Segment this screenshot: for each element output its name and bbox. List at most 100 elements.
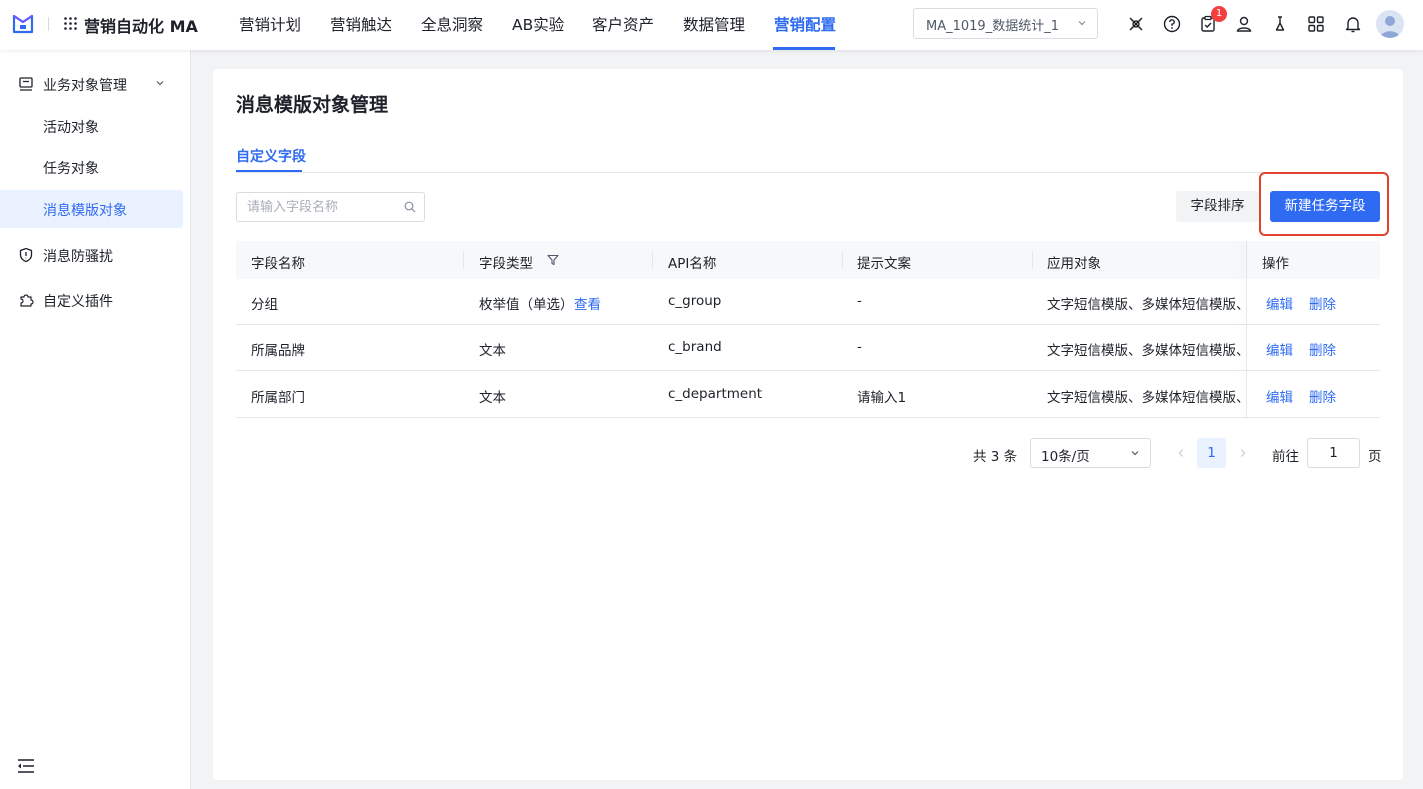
apps-grid-icon[interactable] [1306, 14, 1326, 34]
chevron-down-icon [1078, 21, 1086, 26]
tab-custom-fields[interactable]: 自定义字段 [236, 146, 306, 166]
column-divider [1032, 252, 1033, 268]
table-row: 所属部门 文本 c_department 请输入1 文字短信模版、多媒体短信模版… [236, 372, 1380, 418]
logo-divider [48, 17, 49, 31]
page-size-value: 10条/页 [1041, 449, 1090, 465]
cell-apply: 文字短信模版、多媒体短信模版、APP推送模版 [1047, 297, 1243, 313]
goto-unit-label: 页 [1368, 449, 1382, 465]
delete-link[interactable]: 删除 [1309, 293, 1336, 313]
goto-page-field[interactable] [1307, 438, 1360, 468]
sidebar-group-object-manage[interactable]: 业务对象管理 [0, 64, 191, 104]
main-panel: 消息模版对象管理 自定义字段 字段排序 新建任务字段 字段名称 字段类型 API… [213, 69, 1403, 780]
column-header-name: 字段名称 [251, 256, 305, 272]
edit-link[interactable]: 编辑 [1266, 293, 1293, 313]
column-divider [842, 252, 843, 268]
search-input[interactable] [247, 198, 397, 216]
app-name: 营销自动化 MA [84, 17, 198, 36]
sidebar-item-task-object[interactable]: 任务对象 [0, 148, 183, 186]
prev-page-icon[interactable] [1176, 446, 1186, 460]
app-logo-icon[interactable] [11, 12, 35, 36]
cell-api: c_group [668, 293, 722, 309]
sidebar-group-custom-plugin[interactable]: 自定义插件 [0, 280, 191, 320]
nav-customer-assets[interactable]: 客户资产 [592, 13, 654, 35]
page-title: 消息模版对象管理 [236, 94, 389, 116]
sidebar-group-label: 消息防骚扰 [43, 249, 113, 265]
field-sort-button[interactable]: 字段排序 [1176, 191, 1259, 222]
sidebar-group-label: 业务对象管理 [43, 78, 127, 94]
cell-type: 文本 [479, 390, 506, 406]
fixed-column-shadow [1246, 241, 1247, 419]
top-bar: 营销自动化 MA 营销计划 营销触达 全息洞察 AB实验 客户资产 数据管理 营… [0, 0, 1423, 50]
delete-link[interactable]: 删除 [1309, 339, 1336, 359]
cell-name: 分组 [251, 297, 278, 313]
cell-hint: - [857, 293, 862, 309]
field-search[interactable] [236, 192, 425, 222]
nav-data-management[interactable]: 数据管理 [683, 13, 745, 35]
app-grid-icon[interactable] [64, 17, 77, 30]
sidebar: 业务对象管理 活动对象 任务对象 消息模版对象 消息防骚扰 自定义插件 [0, 50, 191, 789]
plugin-icon [20, 294, 34, 307]
cell-name: 所属品牌 [251, 343, 305, 359]
page-size-select[interactable]: 10条/页 [1030, 438, 1151, 468]
workspace-select-value: MA_1019_数据统计_1 [926, 19, 1059, 34]
pagination-total: 共 3 条 [973, 449, 1018, 465]
sidebar-group-label: 自定义插件 [43, 294, 113, 310]
cell-hint: 请输入1 [857, 390, 907, 406]
avatar[interactable] [1376, 10, 1404, 38]
view-enum-link[interactable]: 查看 [574, 293, 601, 313]
nav-active-indicator [773, 47, 835, 50]
filter-icon[interactable] [547, 254, 559, 266]
highlight-annotation [1259, 172, 1389, 236]
sidebar-item-message-template-object[interactable]: 消息模版对象 [0, 190, 183, 228]
column-divider [463, 252, 464, 268]
column-header-apply: 应用对象 [1047, 256, 1101, 272]
table-header: 字段名称 字段类型 API名称 提示文案 应用对象 操作 [236, 241, 1380, 279]
cell-type: 文本 [479, 343, 506, 359]
column-header-api: API名称 [668, 256, 717, 272]
column-header-type: 字段类型 [479, 256, 533, 272]
sidebar-item-label: 消息模版对象 [43, 203, 127, 219]
table-row: 所属品牌 文本 c_brand - 文字短信模版、多媒体短信模版、APP推送模版… [236, 325, 1380, 371]
nav-insight[interactable]: 全息洞察 [421, 13, 483, 35]
delete-link[interactable]: 删除 [1309, 386, 1336, 406]
nav-marketing-reach[interactable]: 营销触达 [330, 13, 392, 35]
cell-api: c_brand [668, 339, 722, 355]
column-header-actions: 操作 [1262, 256, 1289, 272]
sidebar-item-label: 任务对象 [43, 161, 99, 177]
tab-divider [236, 172, 1380, 173]
edit-link[interactable]: 编辑 [1266, 339, 1293, 359]
goto-label: 前往 [1272, 449, 1299, 465]
next-page-icon[interactable] [1238, 446, 1248, 460]
cell-api: c_department [668, 386, 763, 402]
shield-icon [19, 247, 33, 263]
lab-flask-icon[interactable] [1270, 14, 1290, 34]
chevron-down-icon[interactable] [155, 78, 165, 88]
user-manage-icon[interactable] [1234, 14, 1254, 34]
table-row: 分组 枚举值（单选） 查看 c_group - 文字短信模版、多媒体短信模版、A… [236, 279, 1380, 325]
page-number-current[interactable]: 1 [1197, 438, 1226, 468]
sidebar-item-label: 活动对象 [43, 120, 99, 136]
cell-name: 所属部门 [251, 390, 305, 406]
sidebar-group-anti-harassment[interactable]: 消息防骚扰 [0, 235, 191, 275]
column-divider [652, 252, 653, 268]
cell-apply: 文字短信模版、多媒体短信模版、APP推送模版 [1047, 390, 1243, 406]
goto-page-input[interactable] [1308, 439, 1359, 467]
edit-link[interactable]: 编辑 [1266, 386, 1293, 406]
bell-icon[interactable] [1343, 14, 1363, 34]
tools-icon[interactable] [1126, 14, 1146, 34]
user-avatar-icon [1380, 16, 1400, 38]
cell-hint: - [857, 339, 862, 355]
chevron-down-icon [1131, 451, 1139, 456]
help-icon[interactable] [1162, 14, 1182, 34]
sidebar-collapse-icon[interactable] [17, 758, 35, 774]
cell-apply: 文字短信模版、多媒体短信模版、APP推送模版 [1047, 343, 1243, 359]
workspace-select[interactable]: MA_1019_数据统计_1 [913, 8, 1098, 39]
column-header-hint: 提示文案 [857, 256, 911, 272]
cell-type: 枚举值（单选） [479, 297, 574, 313]
nav-ab-test[interactable]: AB实验 [512, 13, 564, 35]
sidebar-item-activity-object[interactable]: 活动对象 [0, 107, 183, 145]
nav-marketing-plan[interactable]: 营销计划 [239, 13, 301, 35]
nav-marketing-config[interactable]: 营销配置 [774, 13, 836, 35]
object-manage-icon [19, 77, 33, 91]
search-icon[interactable] [404, 201, 416, 213]
